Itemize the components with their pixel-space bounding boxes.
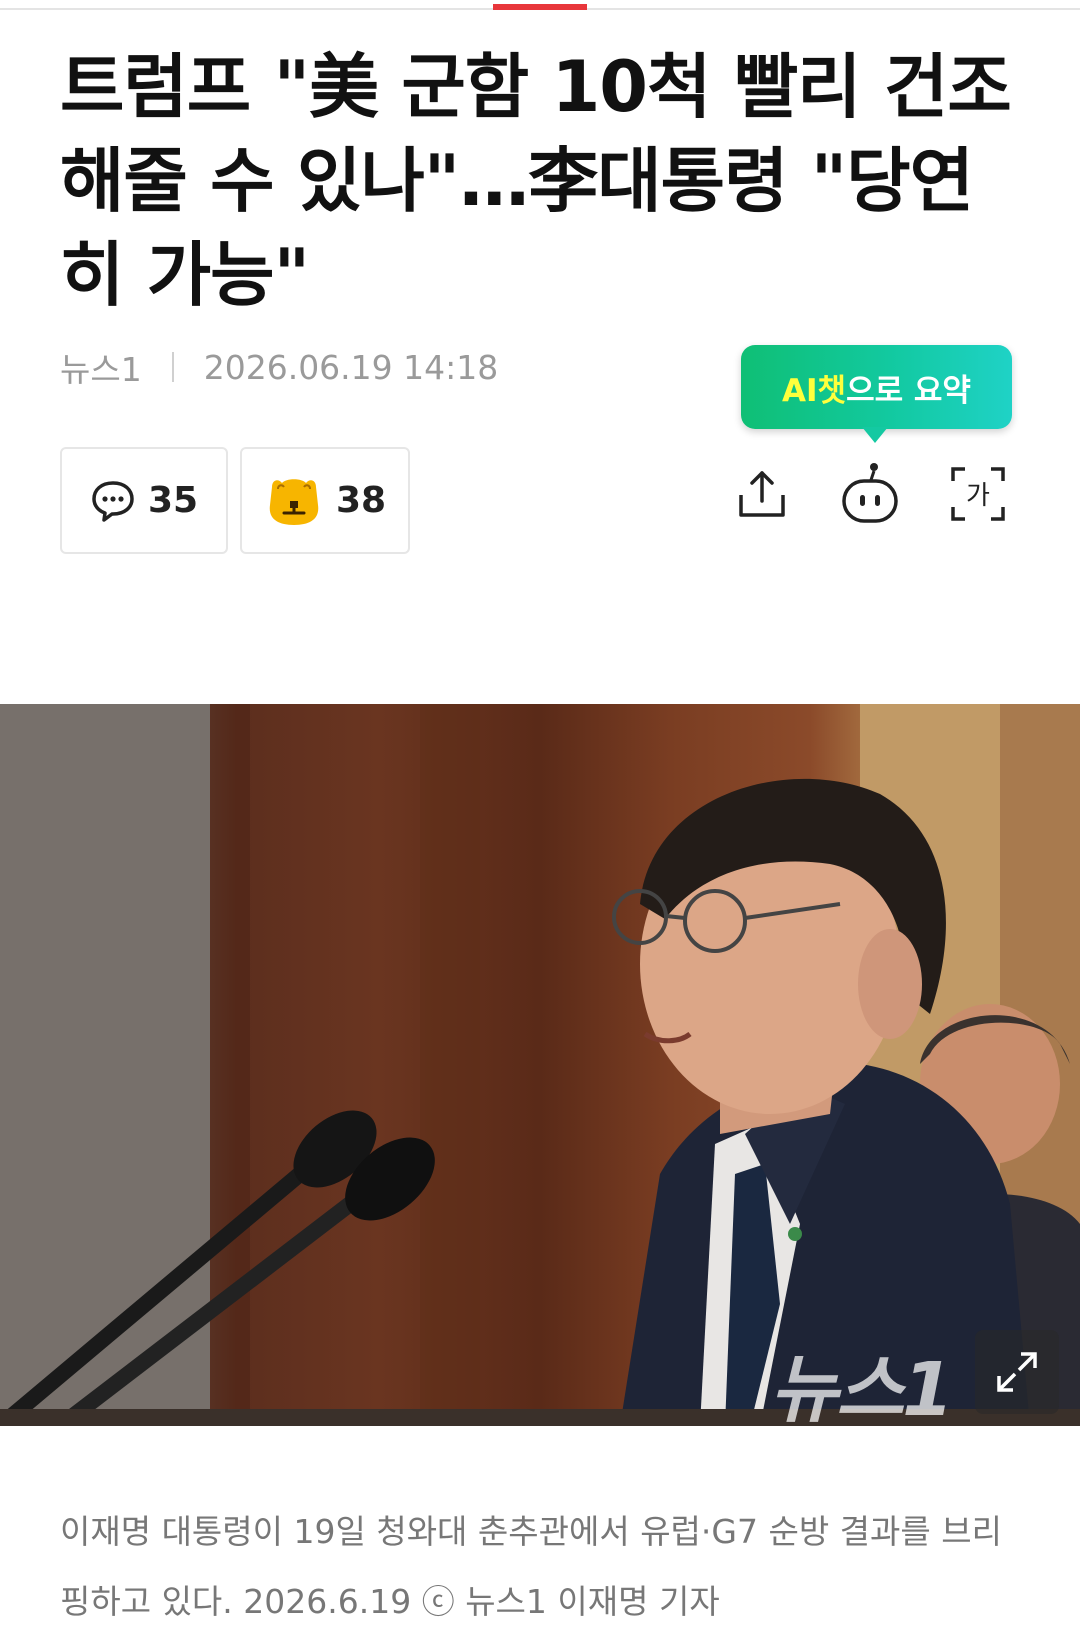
ai-summary-button[interactable]: AI챗 으로 요약 xyxy=(741,345,1012,429)
font-size-icon: 가 xyxy=(951,467,1005,521)
article-photo[interactable] xyxy=(0,704,1080,1426)
article-meta: 뉴스1 2026.06.19 14:18 xyxy=(60,347,499,390)
ai-summary-label-highlight: AI챗 xyxy=(782,372,847,409)
font-size-button[interactable]: 가 xyxy=(946,462,1010,526)
ai-summary-label: 으로 요약 xyxy=(846,372,971,409)
article-source[interactable]: 뉴스1 xyxy=(60,343,142,391)
comment-icon xyxy=(90,478,136,524)
comments-button[interactable]: 35 xyxy=(60,447,228,554)
article-headline: 트럼프 "美 군함 10척 빨리 건조 해줄 수 있나"…李대통령 "당연히 가… xyxy=(60,46,1012,316)
share-icon xyxy=(739,471,785,517)
meta-separator xyxy=(171,352,174,382)
photo-watermark: 뉴스1 xyxy=(770,1347,954,1433)
ai-chatbot-button[interactable] xyxy=(838,462,902,526)
ai-summary-tail xyxy=(862,427,888,443)
photo-caption: 이재명 대통령이 19일 청와대 춘추관에서 유럽·G7 순방 결과를 브리핑하… xyxy=(60,1512,1002,1621)
expand-icon xyxy=(997,1352,1037,1392)
reactions-button[interactable]: 38 xyxy=(240,447,410,554)
reactions-count: 38 xyxy=(335,480,387,521)
expand-photo-button[interactable] xyxy=(975,1330,1059,1414)
ai-chatbot-icon xyxy=(842,463,898,523)
reaction-emoji-icon xyxy=(264,475,324,527)
comments-count: 35 xyxy=(147,480,199,521)
article-datetime: 2026.06.19 14:18 xyxy=(203,347,499,387)
speaker-illustration xyxy=(0,704,1080,1426)
active-tab-indicator xyxy=(493,4,587,10)
share-button[interactable] xyxy=(730,462,794,526)
svg-text:가: 가 xyxy=(966,481,990,511)
